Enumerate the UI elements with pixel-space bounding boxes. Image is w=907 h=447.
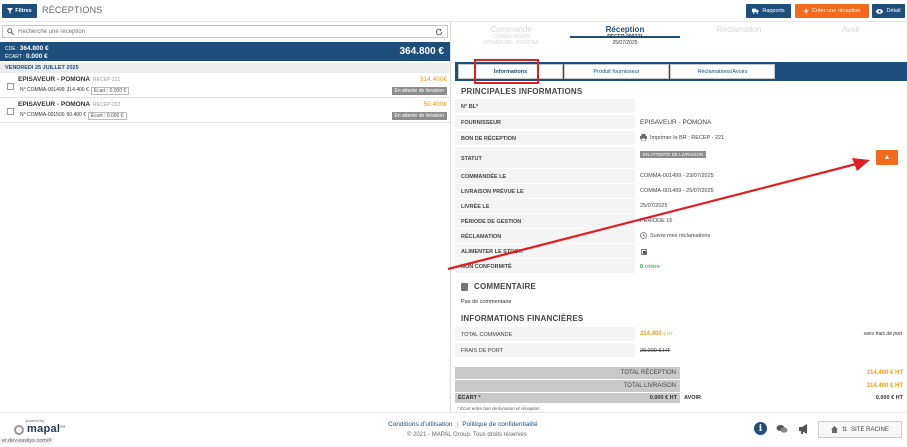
status-bar-url: er.dev.easilys.com/# <box>0 438 54 444</box>
site-root-button[interactable]: ⇅ SITE RACINE <box>818 421 902 438</box>
footer-divider <box>0 412 907 413</box>
footer-links: Conditions d'utilisation | Politique de … <box>388 421 538 428</box>
chat-icon[interactable] <box>776 424 788 434</box>
home-icon <box>831 426 839 433</box>
mapal-logo-text: mapalos <box>27 423 66 435</box>
megaphone-icon[interactable] <box>798 424 810 434</box>
chat-bubbles-icon <box>776 425 788 433</box>
brand-sup: os <box>60 423 66 429</box>
mapal-logo-icon <box>14 425 24 435</box>
sort-icon: ⇅ <box>842 427 848 433</box>
annotation-arrow <box>447 158 870 271</box>
copyright: © 2021 - MAPAL Group. Tous droits réserv… <box>407 432 527 438</box>
info-icon[interactable]: i <box>754 422 767 435</box>
conditions-link[interactable]: Conditions d'utilisation <box>388 421 452 428</box>
site-root-label: SITE RACINE <box>851 426 889 433</box>
privacy-link[interactable]: Politique de confidentialité <box>462 421 538 428</box>
megaphone-shape-icon <box>799 424 807 434</box>
brand-name: mapal <box>27 423 61 435</box>
footer-separator: | <box>456 421 459 428</box>
